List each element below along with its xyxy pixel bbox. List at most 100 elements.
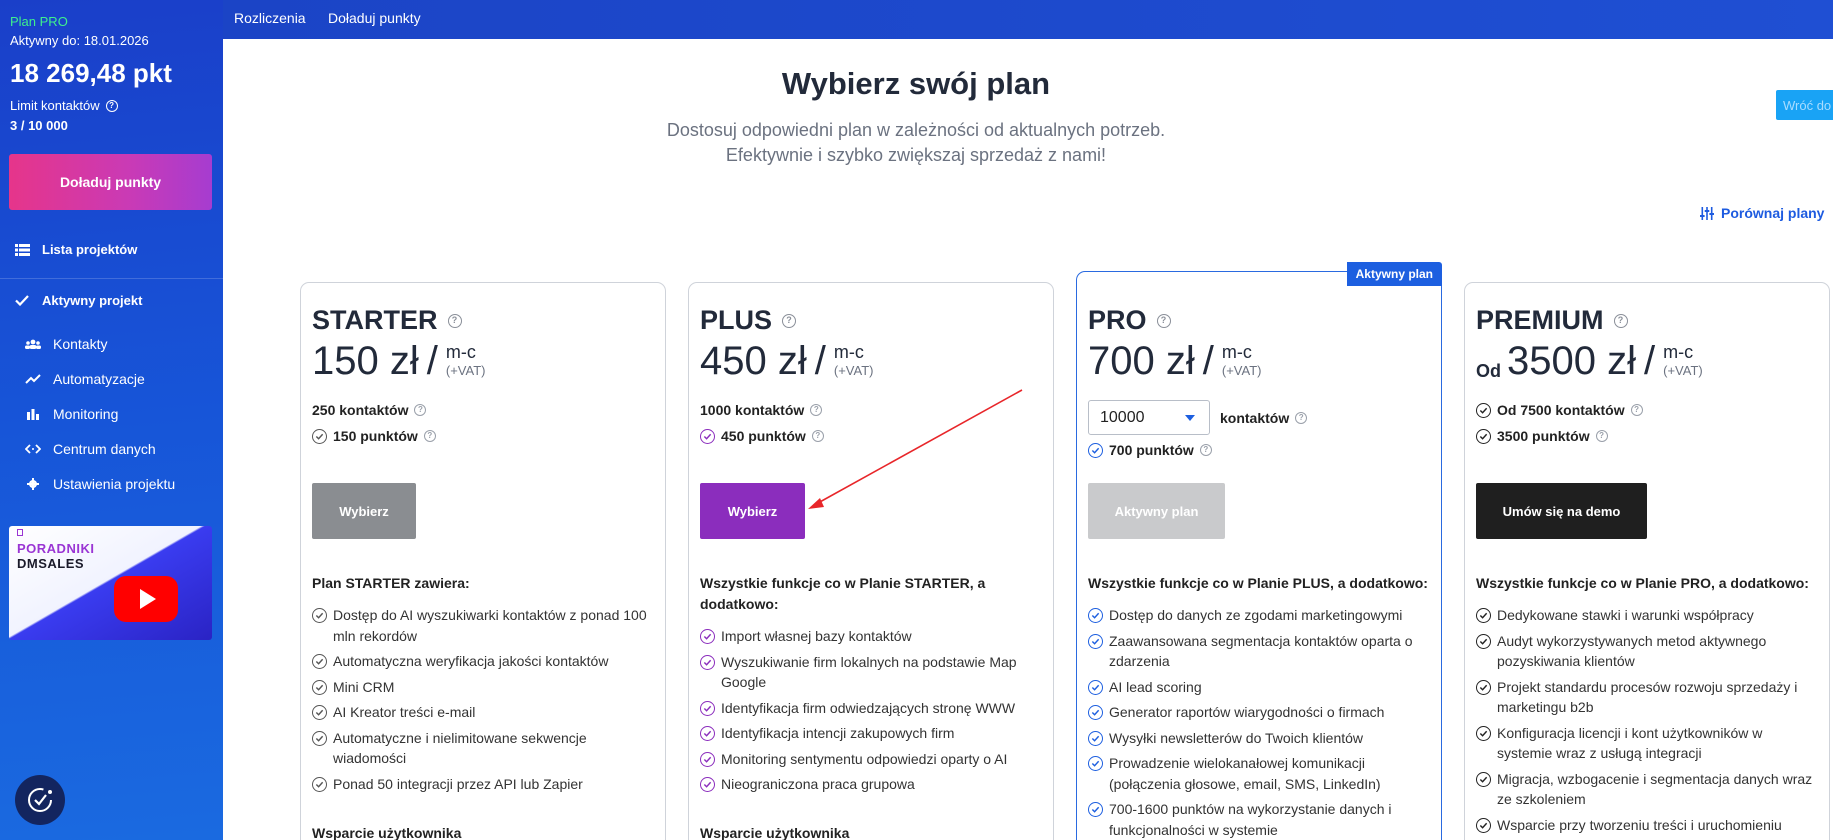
help-icon[interactable]: ? (414, 404, 427, 416)
contacts-text: 250 kontaktów (312, 402, 409, 418)
youtube-play-icon[interactable] (114, 576, 178, 622)
contacts-count: Od 7500 kontaktów ? (1476, 402, 1643, 418)
plan-card-premium: PREMIUM ? Od 3500 zł / m-c (+VAT) Od 750… (1464, 282, 1830, 840)
feature-text: Mini CRM (333, 678, 395, 695)
help-icon[interactable]: ? (447, 313, 462, 328)
feature-text: Konfiguracja licencji i kont użytkownikó… (1497, 724, 1763, 762)
choose-starter-button[interactable]: Wybierz (312, 483, 416, 539)
help-icon[interactable]: ? (423, 430, 436, 442)
contacts-count: 1000 kontaktów ? (700, 402, 823, 418)
contact-limit-value: 3 / 10 000 (10, 118, 68, 133)
help-icon[interactable]: ? (782, 313, 797, 328)
feature-text: Ponad 50 integracji przez API lub Zapier (333, 775, 583, 792)
help-icon[interactable]: ? (811, 430, 824, 442)
feature-item: Ponad 50 integracji przez API lub Zapier (312, 774, 653, 795)
contacts-count: 250 kontaktów ? (312, 402, 427, 418)
topup-points-button[interactable]: Doładuj punkty (9, 154, 212, 210)
active-plan-badge: Aktywny plan (1346, 262, 1442, 286)
sidebar-item-active-project[interactable]: Aktywny projekt (14, 293, 142, 308)
help-icon[interactable]: ? (1156, 313, 1171, 328)
plan-title: PREMIUM ? (1476, 305, 1628, 336)
help-icon[interactable]: ? (810, 404, 823, 416)
video-title-line1: PORADNIKI (17, 541, 95, 556)
chevron-down-icon (1185, 415, 1195, 421)
help-icon[interactable]: ? (1613, 313, 1628, 328)
check-circle-icon (1088, 730, 1103, 746)
help-widget-button[interactable] (15, 775, 65, 825)
sidebar: Plan PRO Aktywny do: 18.01.2026 18 269,4… (0, 0, 223, 840)
check-circle-icon (312, 428, 327, 444)
contacts-select[interactable]: 10000 (1088, 400, 1210, 435)
feature-text: Automatyczna weryfikacja jakości kontakt… (333, 653, 609, 669)
price-prefix: Od (1476, 361, 1501, 381)
plan-card-plus: PLUS ? 450 zł / m-c (+VAT) 1000 kontaktó… (688, 282, 1054, 840)
help-icon[interactable]: ? (1595, 430, 1608, 442)
sidebar-item-label: Kontakty (53, 336, 108, 352)
features-list: Dostęp do danych ze zgodami marketingowy… (1088, 605, 1429, 840)
feature-item: Zaawansowana segmentacja kontaktów opart… (1088, 631, 1429, 672)
nav-link-billing[interactable]: Rozliczenia (234, 10, 306, 26)
sidebar-item-project-list[interactable]: Lista projektów (14, 242, 137, 257)
back-button[interactable]: Wróć do (1776, 90, 1833, 120)
feature-text: Dostęp do AI wyszukiwarki kontaktów z po… (333, 607, 647, 644)
feature-item: Automatyczna weryfikacja jakości kontakt… (312, 651, 653, 672)
price-separator: / (1643, 339, 1656, 383)
gear-icon (25, 478, 41, 490)
price-separator: / (426, 339, 438, 383)
price-unit: m-c (+VAT) (446, 342, 486, 378)
contacts-icon (25, 339, 41, 349)
help-icon[interactable]: ? (1295, 412, 1308, 424)
check-circle-icon (1476, 725, 1491, 741)
nav-link-topup[interactable]: Doładuj punkty (328, 10, 421, 26)
choose-plus-button[interactable]: Wybierz (700, 483, 805, 539)
plan-name: PLUS (700, 305, 773, 335)
feature-text: Wyszukiwanie firm lokalnych na podstawie… (721, 653, 1017, 691)
help-icon[interactable]: ? (1199, 444, 1212, 456)
feature-text: Zaawansowana segmentacja kontaktów opart… (1109, 632, 1413, 670)
feature-text: Identyfikacja firm odwiedzających stronę… (721, 699, 1016, 716)
sidebar-item-project-settings[interactable]: Ustawienia projektu (25, 476, 175, 492)
contact-limit-text: Limit kontaktów (10, 98, 100, 113)
sidebar-item-label: Monitoring (53, 406, 119, 422)
points-count: 450 punktów ? (700, 428, 824, 444)
feature-text: Generator raportów wiarygodności o firma… (1109, 704, 1385, 720)
feature-text: AI Kreator treści e-mail (333, 704, 476, 720)
contacts-text: Od 7500 kontaktów (1497, 402, 1625, 418)
support-heading: Wsparcie użytkownika (312, 825, 462, 840)
price-amount: 700 zł (1088, 339, 1195, 383)
feature-item: Konfiguracja licencji i kont użytkownikó… (1476, 723, 1817, 764)
price-period: m-c (833, 342, 864, 362)
plan-title: PRO ? (1088, 305, 1171, 336)
video-tutorials-card[interactable]: PORADNIKI DMSALES (9, 526, 212, 640)
bar-chart-icon (25, 408, 41, 420)
price-period: m-c (445, 342, 476, 362)
plan-name: Plan PRO (10, 14, 68, 29)
feature-text: Projekt standardu procesów rozwoju sprze… (1497, 678, 1798, 716)
help-icon[interactable]: ? (1630, 404, 1643, 416)
contacts-select-value: 10000 (1100, 409, 1145, 426)
features-list: Import własnej bazy kontaktów Wyszukiwani… (700, 626, 1041, 800)
clock-check-icon (28, 788, 52, 812)
plan-title: STARTER ? (312, 305, 462, 336)
feature-item: AI Kreator treści e-mail (312, 702, 653, 723)
sidebar-item-data-center[interactable]: Centrum danych (25, 441, 156, 457)
feature-text: Automatyczne i nielimitowane sekwencje w… (333, 729, 587, 767)
check-circle-icon (312, 608, 327, 623)
feature-text: Audyt wykorzystywanych metod aktywnego p… (1497, 632, 1767, 670)
check-circle-icon (1088, 608, 1103, 623)
sidebar-item-automations[interactable]: Automatyzacje (25, 371, 145, 387)
check-circle-icon (1476, 608, 1491, 623)
sidebar-item-monitoring[interactable]: Monitoring (25, 406, 118, 422)
price-vat: (+VAT) (1663, 363, 1703, 378)
points-count: 150 punktów ? (312, 428, 436, 444)
sidebar-item-contacts[interactable]: Kontakty (25, 336, 107, 352)
book-demo-button[interactable]: Umów się na demo (1476, 483, 1647, 539)
page-subtitle-line2: Efektywnie i szybko zwiększaj sprzedaż z… (725, 145, 1107, 165)
compare-plans-link[interactable]: Porównaj plany (1700, 205, 1824, 221)
check-circle-icon (1088, 442, 1103, 458)
contact-limit-label: Limit kontaktów ? (10, 98, 118, 113)
help-icon[interactable]: ? (105, 99, 118, 112)
features-heading: Wszystkie funkcje co w Planie STARTER, a… (700, 575, 986, 612)
points-count: 3500 punktów ? (1476, 428, 1608, 444)
features-list: Dedykowane stawki i warunki współpracy Au… (1476, 605, 1817, 840)
